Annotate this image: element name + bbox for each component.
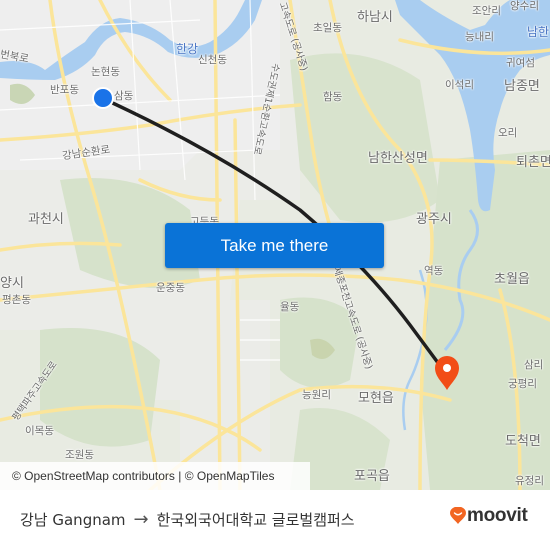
- map-label: 이목동: [25, 425, 54, 437]
- map-label: 역동: [424, 265, 444, 277]
- map-label: 능원리: [302, 389, 331, 401]
- map-label: 과천시: [28, 212, 64, 227]
- map-label: 이석리: [445, 79, 474, 91]
- map-label: 초일동: [313, 22, 342, 34]
- map-label: 양수리: [510, 0, 539, 12]
- map-label: 양시: [0, 276, 24, 291]
- route-title: 강남 Gangnam → 한국외국어대학교 글로벌캠퍼스: [20, 509, 355, 530]
- map-view[interactable]: 한강 논현동 반포동 삼동 신천동 초일동 하남시 함동 조안리 능내리 귀여섬…: [0, 0, 550, 490]
- map-label: 운중동: [156, 282, 185, 294]
- map-label: 궁평리: [508, 378, 537, 390]
- map-attribution[interactable]: © OpenStreetMap contributors | © OpenMap…: [0, 462, 310, 490]
- map-label: 오리: [498, 127, 518, 139]
- map-label: 반포동: [50, 84, 79, 96]
- map-label: 귀여섬: [506, 57, 535, 69]
- moovit-wordmark: moovit: [467, 505, 528, 526]
- map-label: 남종면: [504, 79, 540, 94]
- map-label: 모현읍: [358, 391, 394, 406]
- map-label: 도척면: [505, 434, 541, 449]
- take-me-there-button[interactable]: Take me there: [165, 223, 384, 268]
- destination-name: 한국외국어대학교 글로벌캠퍼스: [156, 511, 355, 529]
- attribution-text[interactable]: © OpenStreetMap contributors | © OpenMap…: [12, 469, 274, 483]
- map-label: 삼리: [524, 359, 544, 371]
- arrow-right-icon: →: [133, 509, 149, 530]
- map-label: 평촌동: [2, 294, 31, 306]
- map-label: 퇴촌면: [516, 155, 550, 170]
- moovit-logo[interactable]: moovit: [450, 505, 528, 527]
- origin-marker: [92, 87, 114, 109]
- map-label: 광주시: [416, 212, 452, 227]
- map-label: 조안리: [472, 5, 501, 17]
- map-label: 남한: [527, 25, 550, 39]
- map-label: 초월읍: [494, 272, 530, 287]
- map-label: 삼동: [114, 90, 134, 102]
- map-label: 율동: [280, 301, 300, 313]
- map-label: 논현동: [91, 66, 120, 78]
- route-footer: 강남 Gangnam → 한국외국어대학교 글로벌캠퍼스 moovit: [0, 490, 550, 550]
- map-label: 신천동: [198, 54, 227, 66]
- map-label: 남한산성면: [368, 151, 428, 166]
- map-label: 포곡읍: [354, 469, 390, 484]
- map-label: 조원동: [65, 449, 94, 461]
- map-label: 함동: [323, 91, 343, 103]
- map-label: 한강: [176, 42, 199, 56]
- origin-name: 강남 Gangnam: [20, 511, 126, 529]
- moovit-pin-icon: [450, 507, 466, 524]
- map-label: 하남시: [357, 10, 393, 25]
- map-label: 능내리: [465, 31, 494, 43]
- map-label: 유정리: [515, 475, 544, 487]
